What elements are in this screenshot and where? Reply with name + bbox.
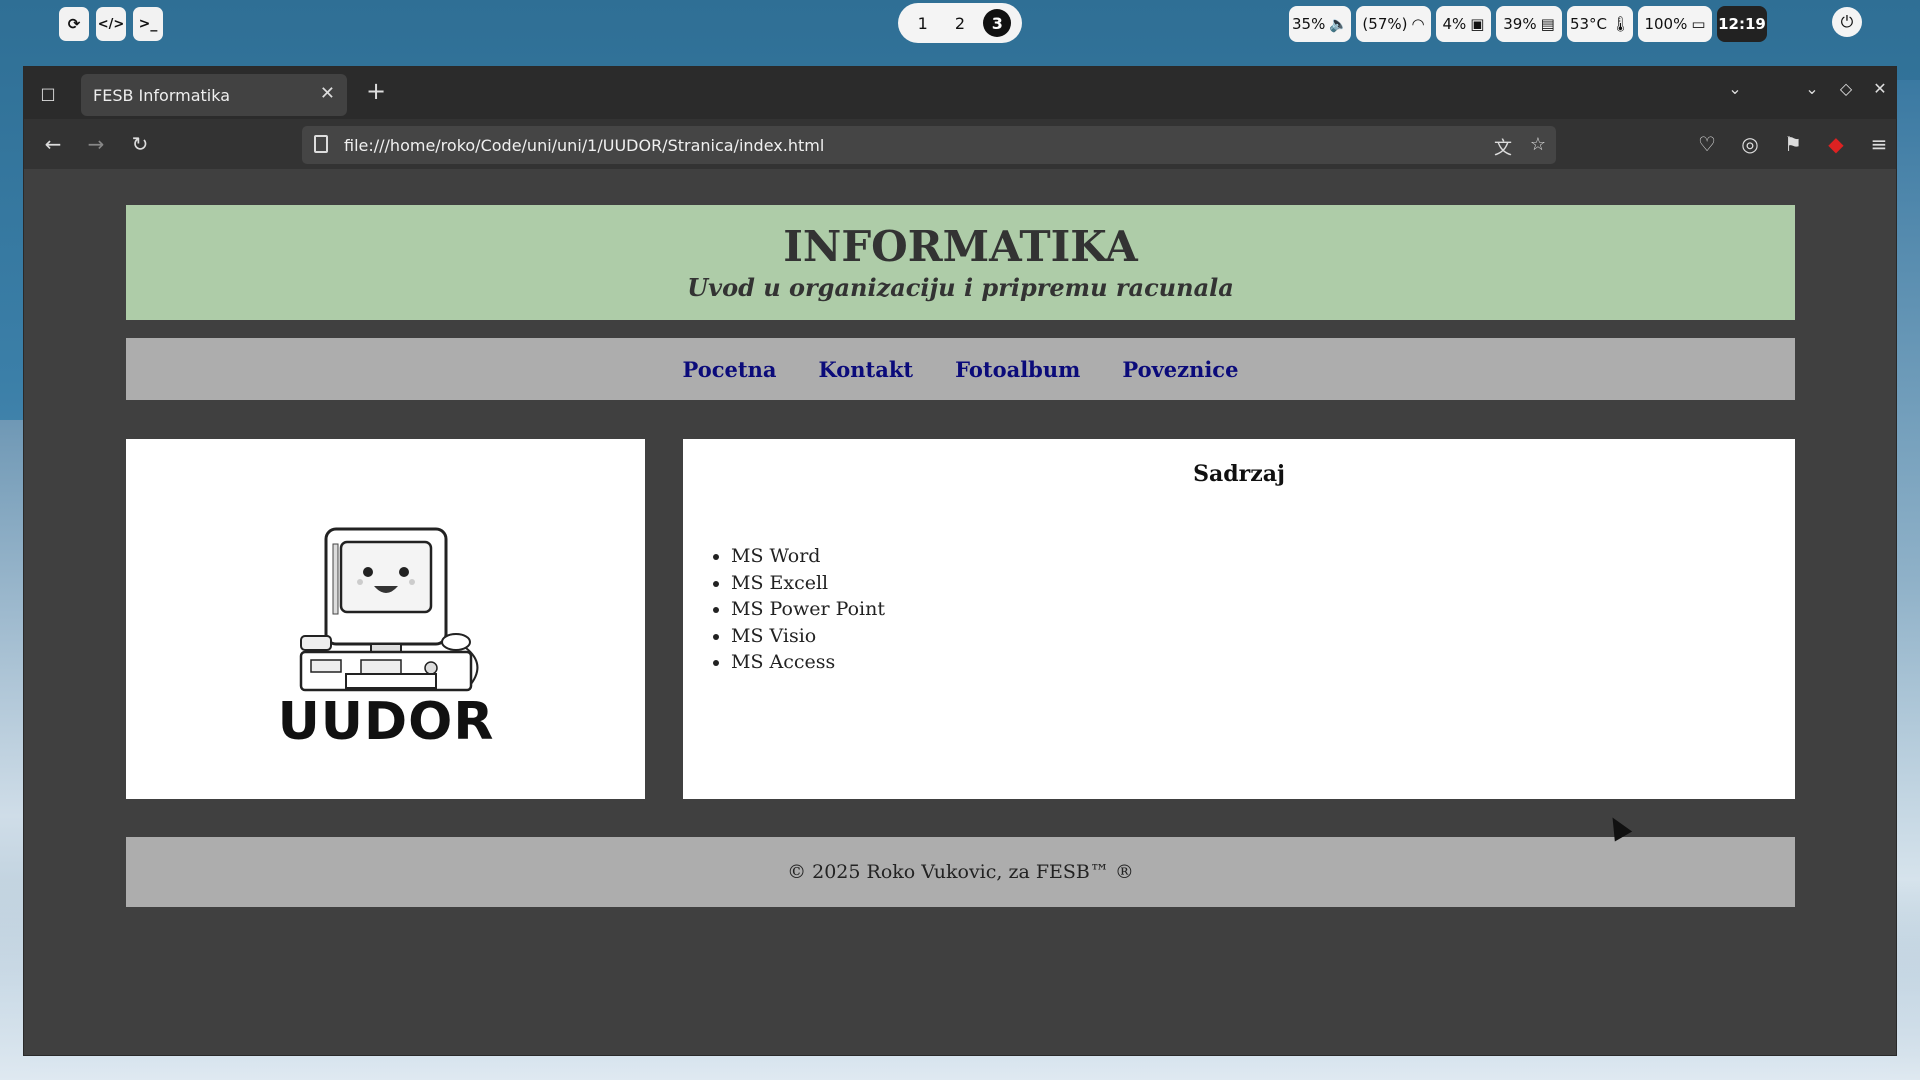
- list-tabs-icon[interactable]: ⌄: [1723, 79, 1747, 98]
- extensions-icon[interactable]: ⚑: [1780, 131, 1806, 157]
- power-icon[interactable]: ⏻: [1832, 7, 1862, 37]
- translate-icon[interactable]: 文: [1494, 134, 1512, 160]
- tab-fesb-informatika[interactable]: FESB Informatika ✕: [81, 74, 347, 116]
- temperature-value: 53°C: [1569, 15, 1608, 33]
- browser-window: □ FESB Informatika ✕ + ⌄ ⌄ ◇ ✕ ← → ↻ fil…: [23, 66, 1897, 1056]
- ublock-icon[interactable]: ◆: [1823, 131, 1849, 157]
- cpu-indicator[interactable]: 4% ▣: [1436, 6, 1491, 42]
- content-list: MS Word MS Excell MS Power Point MS Visi…: [731, 543, 1795, 676]
- forward-icon[interactable]: →: [83, 131, 109, 157]
- app-launcher-icon[interactable]: ⟳: [59, 7, 89, 41]
- memory-value: 39%: [1503, 15, 1537, 33]
- site-subtitle: Uvod u organizaciju i pripremu racunala: [687, 273, 1234, 302]
- workspace-2[interactable]: 2: [946, 9, 974, 37]
- temperature-indicator[interactable]: 53°C 🌡: [1567, 6, 1633, 42]
- navigation-toolbar: ← → ↻ file:///home/roko/Code/uni/uni/1/U…: [24, 119, 1896, 169]
- list-item: MS Visio: [731, 623, 1795, 650]
- page-viewport: INFORMATIKA Uvod u organizaciju i pripre…: [24, 169, 1896, 1055]
- menu-icon[interactable]: ≡: [1866, 131, 1892, 157]
- uudor-logo: UUDOR: [276, 524, 496, 754]
- content-panel: Sadrzaj MS Word MS Excell MS Power Point…: [683, 439, 1795, 799]
- system-top-bar: ⟳ </> >_ 1 2 3 35% 🔈 (57%) ◠ 4% ▣ 39% ▤ …: [0, 0, 1920, 48]
- cpu-value: 4%: [1442, 15, 1467, 33]
- close-window-icon[interactable]: ✕: [1868, 79, 1892, 98]
- address-bar[interactable]: file:///home/roko/Code/uni/uni/1/UUDOR/S…: [302, 126, 1556, 164]
- site-footer: © 2025 Roko Vukovic, za FESB™ ®: [126, 837, 1795, 907]
- volume-indicator[interactable]: 35% 🔈: [1289, 6, 1351, 42]
- battery-icon: ▭: [1691, 15, 1706, 33]
- content-title: Sadrzaj: [1193, 461, 1285, 487]
- memory-indicator[interactable]: 39% ▤: [1496, 6, 1562, 42]
- nav-link-fotoalbum[interactable]: Fotoalbum: [955, 357, 1080, 382]
- minimize-icon[interactable]: ⌄: [1800, 79, 1824, 98]
- workspace-switcher: 1 2 3: [898, 3, 1022, 43]
- logo-text: UUDOR: [277, 692, 495, 752]
- workspace-1[interactable]: 1: [909, 9, 937, 37]
- volume-value: 35%: [1291, 15, 1326, 33]
- battery-indicator[interactable]: 100% ▭: [1638, 6, 1712, 42]
- thermometer-icon: 🌡: [1611, 15, 1631, 33]
- clock[interactable]: 12:19: [1717, 6, 1767, 42]
- battery-value: 100%: [1644, 15, 1688, 33]
- bookmark-star-icon[interactable]: ☆: [1530, 134, 1546, 155]
- site-nav: Pocetna Kontakt Fotoalbum Poveznice: [126, 338, 1795, 400]
- site-header: INFORMATIKA Uvod u organizaciju i pripre…: [126, 205, 1795, 320]
- list-item: MS Access: [731, 649, 1795, 676]
- list-item: MS Power Point: [731, 596, 1795, 623]
- new-tab-icon[interactable]: +: [361, 77, 391, 105]
- workspace-3[interactable]: 3: [983, 9, 1012, 37]
- computer-mascot-icon: [299, 527, 479, 692]
- url-text: file:///home/roko/Code/uni/uni/1/UUDOR/S…: [344, 135, 825, 155]
- page-icon: [314, 135, 328, 153]
- site-title: INFORMATIKA: [783, 222, 1138, 271]
- close-tab-icon[interactable]: ✕: [320, 83, 335, 104]
- nav-link-kontakt[interactable]: Kontakt: [818, 357, 913, 382]
- list-item: MS Word: [731, 543, 1795, 570]
- terminal-icon[interactable]: >_: [133, 7, 163, 41]
- wifi-value: (57%): [1362, 15, 1408, 33]
- wifi-icon: ◠: [1411, 15, 1425, 33]
- pocket-icon[interactable]: ♡: [1694, 131, 1720, 157]
- account-icon[interactable]: ◎: [1737, 131, 1763, 157]
- code-editor-icon[interactable]: </>: [96, 7, 126, 41]
- cpu-icon: ▣: [1470, 15, 1485, 33]
- nav-link-poveznice[interactable]: Poveznice: [1122, 357, 1238, 382]
- list-item: MS Excell: [731, 570, 1795, 597]
- maximize-icon[interactable]: ◇: [1834, 79, 1858, 98]
- tab-overview-icon[interactable]: □: [34, 79, 62, 107]
- logo-panel: UUDOR: [126, 439, 645, 799]
- speaker-icon: 🔈: [1329, 15, 1349, 33]
- tab-title: FESB Informatika: [93, 85, 231, 105]
- back-icon[interactable]: ←: [40, 131, 66, 157]
- nav-link-pocetna[interactable]: Pocetna: [683, 357, 777, 382]
- memory-icon: ▤: [1540, 15, 1555, 33]
- reload-icon[interactable]: ↻: [127, 131, 153, 157]
- wifi-indicator[interactable]: (57%) ◠: [1356, 6, 1431, 42]
- tab-strip: □ FESB Informatika ✕ + ⌄ ⌄ ◇ ✕: [24, 67, 1896, 119]
